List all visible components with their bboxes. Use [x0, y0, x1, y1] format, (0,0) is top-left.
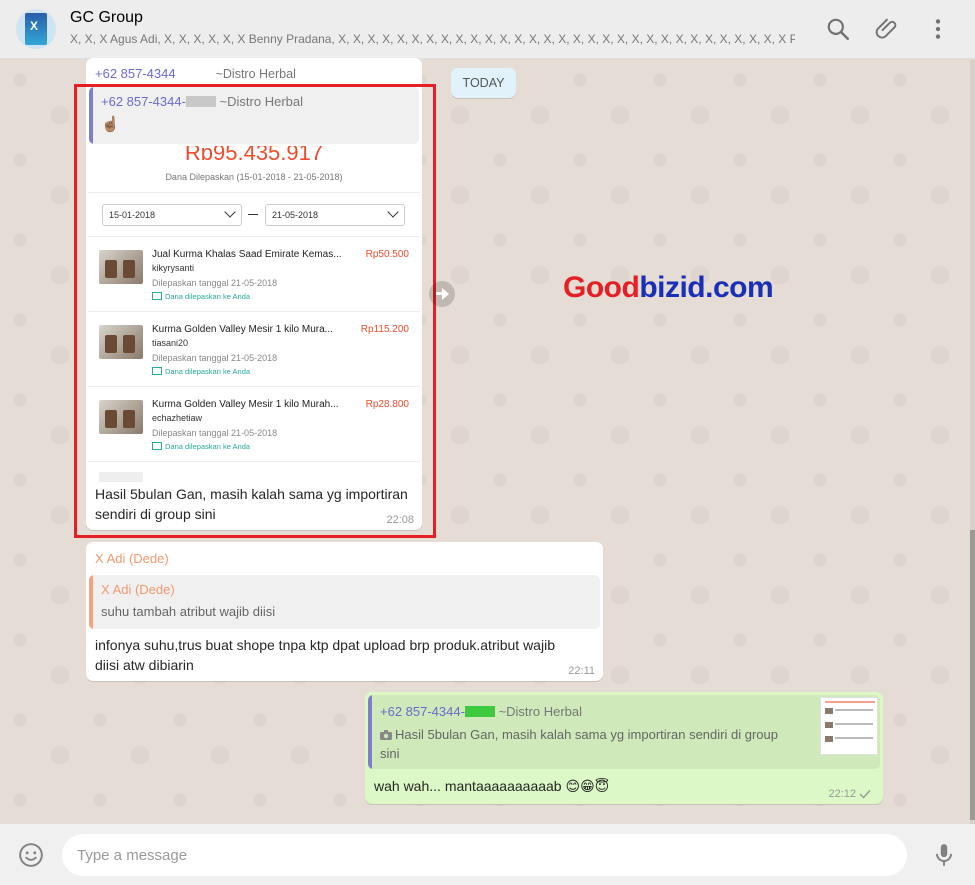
product-price: Rp50.500: [365, 249, 409, 260]
product-thumbnail-partial: [99, 472, 143, 482]
quote-line-1: Hasil 5bulan Gan, masih kalah sama yg im…: [395, 727, 778, 742]
chevron-down-icon: [224, 206, 236, 218]
sender-name: ~Distro Herbal: [215, 67, 296, 81]
watermark-part-2: bizid.com: [639, 271, 774, 304]
message-text: Hasil 5bulan Gan, masih kalah sama yg im…: [95, 484, 415, 524]
date-range-dash: [248, 214, 258, 215]
product-note: Dana dilepaskan ke Anda: [152, 367, 250, 376]
quote-phone: +62 857-4344-: [380, 704, 465, 719]
message-line-1: Hasil 5bulan Gan, masih kalah sama yg im…: [95, 486, 408, 502]
quoted-message[interactable]: +62 857-4344- ~Distro Herbal Hasil 5bula…: [368, 695, 880, 769]
message-time: 22:11: [568, 665, 595, 677]
released-amount: Rp95.435.917: [184, 146, 324, 160]
product-note: Dana dilepaskan ke Anda: [152, 292, 250, 301]
redaction: [464, 706, 495, 717]
composer-bar: [0, 824, 975, 885]
message-line-2: sendiri di group sini: [95, 506, 216, 522]
scrollbar-thumb[interactable]: [970, 530, 975, 820]
message-time: 22:12: [828, 788, 856, 800]
product-price: Rp28.800: [365, 399, 409, 410]
product-name: Kurma Golden Valley Mesir 1 kilo Murah..…: [152, 399, 339, 410]
product-thumbnail: [99, 250, 143, 284]
quote-text: suhu tambah atribut wajib diisi: [101, 604, 276, 619]
product-seller: echazhetiaw: [152, 413, 203, 423]
redaction: [185, 96, 216, 107]
message-bubble-incoming[interactable]: X Adi (Dede) X Adi (Dede) suhu tambah at…: [86, 542, 603, 681]
group-members: X, X, X Agus Adi, X, X, X, X, X, X Benny…: [70, 32, 795, 46]
product-name: Jual Kurma Khalas Saad Emirate Kemas...: [152, 249, 342, 260]
quote-sender: +62 857-4344- ~Distro Herbal: [101, 94, 303, 109]
product-note: Dana dilepaskan ke Anda: [152, 442, 250, 451]
message-time: 22:08: [386, 514, 414, 526]
quote-name-suffix: ~Distro Herbal: [219, 94, 304, 109]
forward-icon[interactable]: [429, 281, 455, 307]
divider: [88, 461, 420, 462]
quote-phone: +62 857-4344-: [101, 94, 186, 109]
group-avatar[interactable]: [16, 9, 56, 49]
message-text: infonya suhu,trus buat shope tnpa ktp dp…: [95, 635, 595, 675]
date-from-select: 15-01-2018: [102, 204, 242, 226]
date-to-value: 21-05-2018: [272, 210, 319, 220]
quote-image-thumbnail: [820, 697, 878, 755]
product-row: Jual Kurma Khalas Saad Emirate Kemas... …: [88, 236, 420, 311]
product-seller: kikyrysanti: [152, 263, 195, 273]
emoji-icon[interactable]: [18, 842, 44, 868]
message-line-1: infonya suhu,trus buat shope tnpa ktp dp…: [95, 637, 555, 653]
quote-text: Hasil 5bulan Gan, masih kalah sama yg im…: [380, 725, 800, 763]
image-attachment[interactable]: Rp95.435.917 Dana Dilepaskan (15-01-2018…: [88, 146, 420, 482]
chat-header: GC Group X, X, X Agus Adi, X, X, X, X, X…: [0, 0, 975, 59]
watermark-logo: Goodbizid.com: [563, 271, 774, 305]
product-row: Kurma Golden Valley Mesir 1 kilo Murah..…: [88, 386, 420, 461]
quote-line-2: sini: [380, 746, 400, 761]
product-price: Rp115.200: [360, 324, 409, 335]
paperclip-icon[interactable]: [875, 16, 901, 42]
chevron-down-icon: [387, 206, 399, 218]
more-vert-icon[interactable]: [925, 16, 951, 42]
date-chip: TODAY: [451, 68, 516, 98]
quoted-message[interactable]: +62 857-4344- ~Distro Herbal ☝🏽: [89, 87, 419, 144]
check-icon: [859, 790, 871, 799]
quote-name-suffix: ~Distro Herbal: [498, 704, 583, 719]
message-sender[interactable]: +62 857-4344 ~Distro Herbal: [95, 66, 296, 81]
message-bubble-outgoing[interactable]: +62 857-4344- ~Distro Herbal Hasil 5bula…: [365, 692, 883, 804]
date-to-select: 21-05-2018: [265, 204, 405, 226]
camera-icon: [380, 730, 392, 740]
message-input[interactable]: [62, 834, 907, 876]
product-thumbnail: [99, 325, 143, 359]
sender-phone: +62 857-4344: [95, 66, 176, 81]
product-row: Kurma Golden Valley Mesir 1 kilo Mura...…: [88, 311, 420, 386]
chat-scrollbar[interactable]: [970, 60, 975, 824]
quote-sender: X Adi (Dede): [101, 582, 175, 597]
message-line-2: diisi atw dibiarin: [95, 657, 194, 673]
message-sender[interactable]: X Adi (Dede): [95, 551, 169, 566]
product-seller: tiasani20: [152, 338, 189, 348]
search-icon[interactable]: [825, 16, 851, 42]
mic-icon[interactable]: [931, 842, 957, 868]
message-text: wah wah... mantaaaaaaaaaab 😊😁😇: [374, 778, 610, 794]
divider: [88, 192, 420, 193]
product-name: Kurma Golden Valley Mesir 1 kilo Mura...: [152, 324, 333, 335]
product-date: Dilepaskan tanggal 21-05-2018: [152, 278, 278, 288]
product-date: Dilepaskan tanggal 21-05-2018: [152, 353, 278, 363]
released-amount-label: Dana Dilepaskan (15-01-2018 - 21-05-2018…: [165, 172, 343, 182]
quoted-message[interactable]: X Adi (Dede) suhu tambah atribut wajib d…: [89, 575, 600, 629]
group-title[interactable]: GC Group: [70, 9, 143, 27]
product-thumbnail: [99, 400, 143, 434]
date-from-value: 15-01-2018: [109, 210, 156, 220]
watermark-part-1: Good: [563, 271, 640, 304]
product-date: Dilepaskan tanggal 21-05-2018: [152, 428, 278, 438]
quote-emoji: ☝🏽: [101, 116, 120, 133]
quote-sender: +62 857-4344- ~Distro Herbal: [380, 704, 582, 719]
